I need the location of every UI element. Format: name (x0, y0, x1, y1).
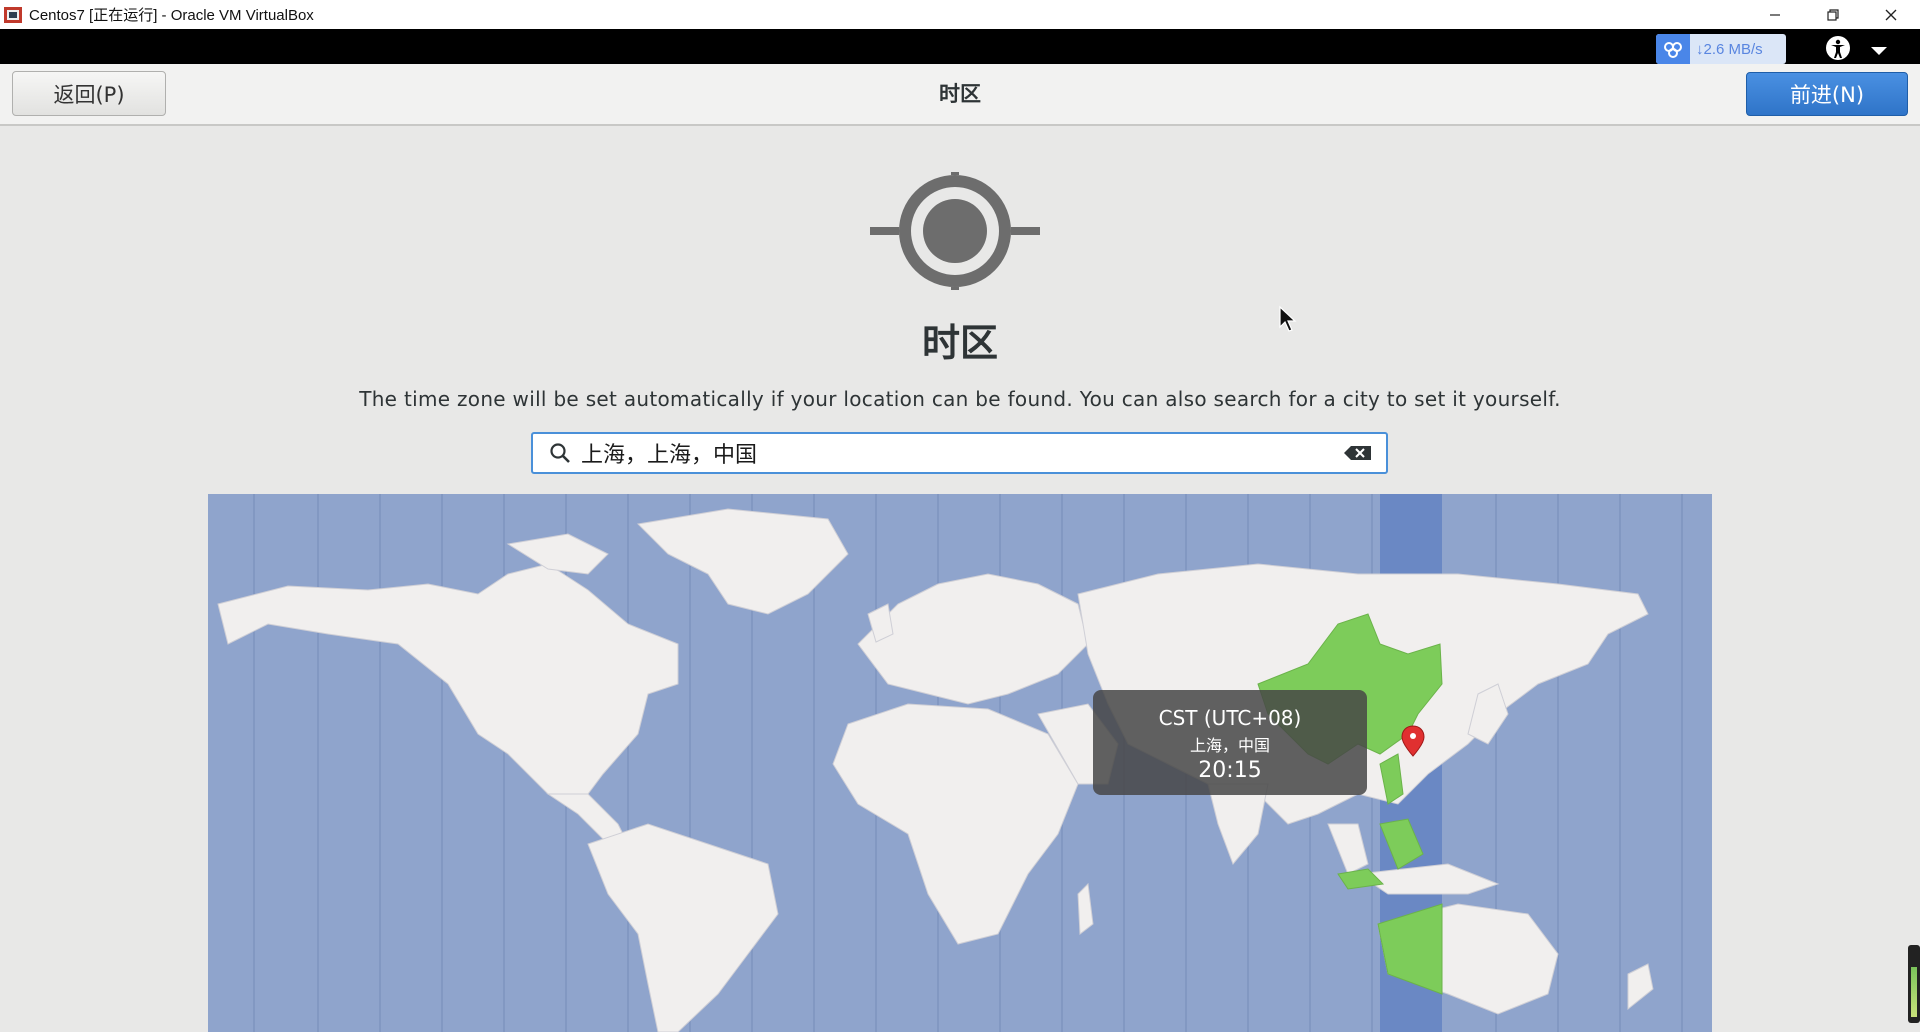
tooltip-time: 20:15 (1198, 758, 1262, 783)
timezone-world-map[interactable] (208, 494, 1712, 1032)
minimize-icon[interactable] (1746, 0, 1804, 29)
window-title: Centos7 [正在运行] - Oracle VM VirtualBox (29, 7, 314, 24)
restore-icon[interactable] (1804, 0, 1862, 29)
header-title: 时区 (939, 82, 981, 106)
page-description: The time zone will be set automatically … (359, 387, 1561, 411)
close-icon[interactable] (1862, 0, 1920, 29)
clear-text-icon[interactable] (1338, 438, 1378, 468)
vm-topbar: ↓2.6 MB/s (0, 29, 1920, 64)
network-logo-icon (1656, 34, 1690, 64)
activity-meter (1908, 945, 1920, 1023)
network-speed: ↓2.6 MB/s (1696, 40, 1763, 58)
accessibility-icon[interactable] (1822, 34, 1854, 62)
network-speed-badge[interactable]: ↓2.6 MB/s (1656, 34, 1786, 64)
location-target-icon (870, 172, 1040, 290)
installer-header: 返回(P) 时区 前进(N) (0, 64, 1920, 126)
window-titlebar: Centos7 [正在运行] - Oracle VM VirtualBox (0, 0, 1920, 29)
tooltip-city: 上海，中国 (1189, 736, 1270, 755)
mouse-cursor-icon (1279, 305, 1297, 332)
virtualbox-app-icon (4, 6, 22, 23)
search-icon (545, 438, 575, 468)
city-search-input[interactable] (579, 439, 1338, 467)
page-title: 时区 (921, 321, 998, 365)
next-button[interactable]: 前进(N) (1746, 72, 1908, 116)
chevron-down-icon[interactable] (1870, 41, 1888, 60)
window-controls (1746, 0, 1920, 29)
tooltip-timezone: CST (UTC+08) (1158, 706, 1302, 730)
city-search-field[interactable] (531, 432, 1388, 474)
timezone-tooltip: CST (UTC+08) 上海，中国 20:15 (1093, 690, 1367, 795)
